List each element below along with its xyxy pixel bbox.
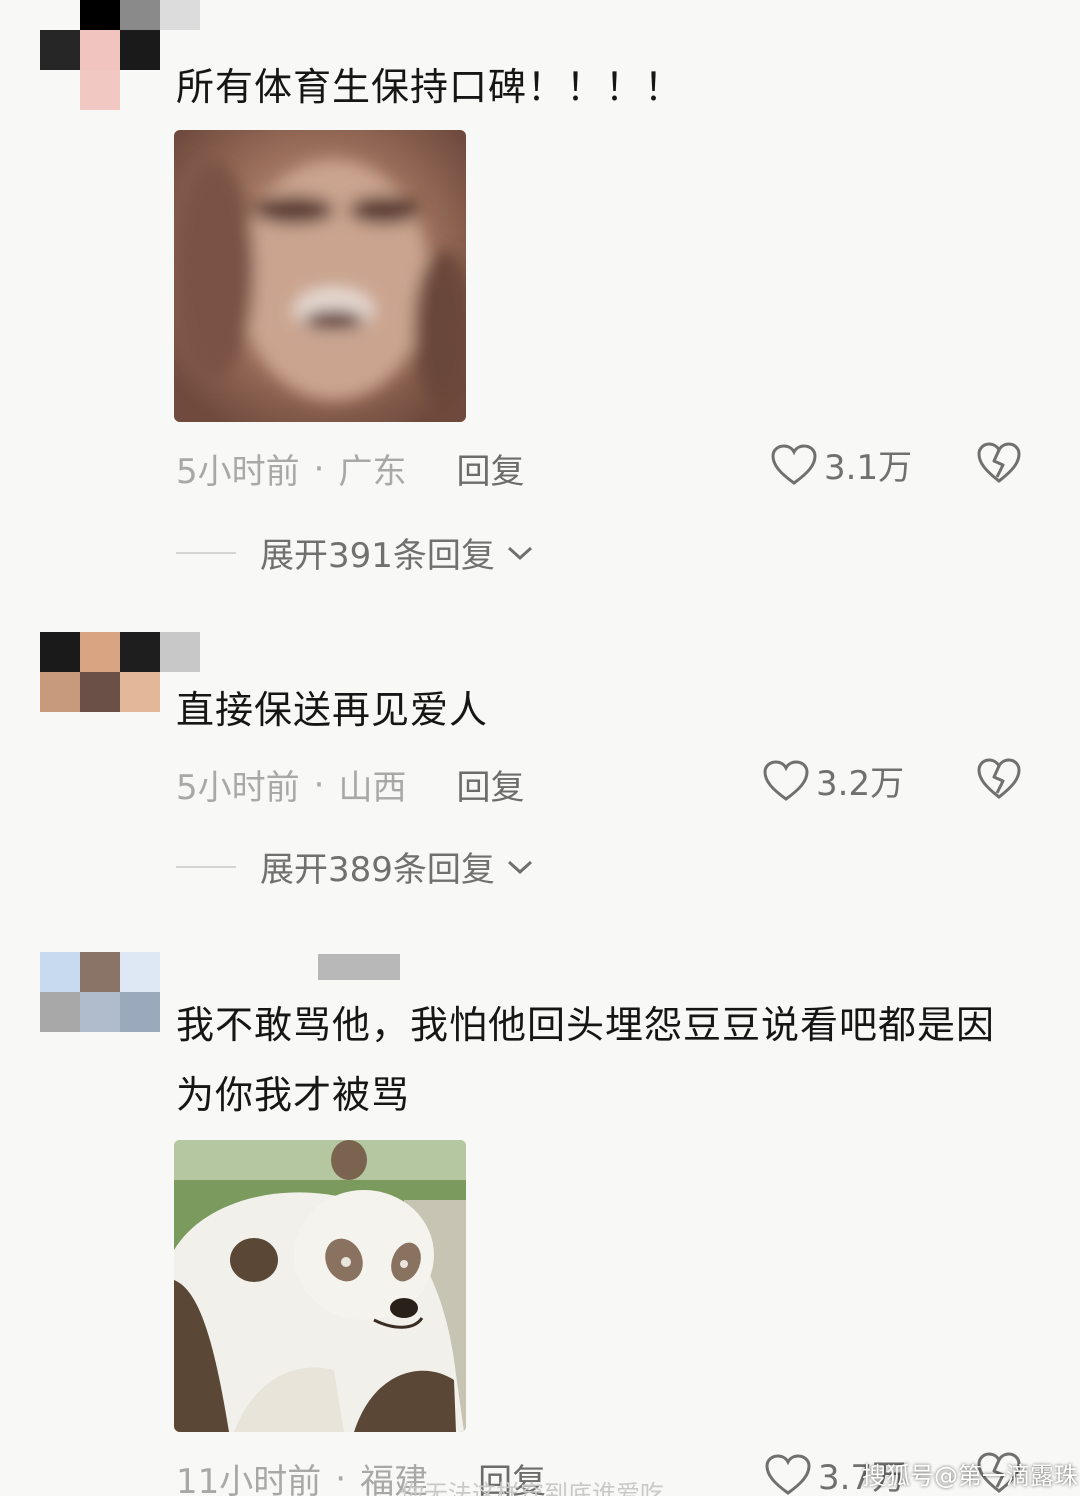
like-button[interactable]: 3.2万 xyxy=(762,756,904,805)
expand-replies-button[interactable]: 展开389条回复 xyxy=(176,842,535,891)
broken-heart-icon[interactable] xyxy=(976,757,1022,801)
username-redacted xyxy=(318,954,400,980)
faded-overlay-text: 你无法这样穿到底谁爱吃 xyxy=(400,1480,664,1496)
like-count: 3.2万 xyxy=(816,764,905,804)
comment-meta: 5小时前 · 广东 回复 xyxy=(176,444,524,493)
expand-replies-label: 展开389条回复 xyxy=(260,850,495,890)
heart-icon xyxy=(771,443,817,485)
reply-button[interactable]: 回复 xyxy=(456,444,524,493)
broken-heart-icon[interactable] xyxy=(976,441,1022,485)
meta-separator: · xyxy=(313,448,325,489)
comment-text: 直接保送再见爱人 xyxy=(176,688,489,732)
meta-separator: · xyxy=(313,764,325,805)
like-count: 3.1万 xyxy=(824,448,913,488)
panda-image[interactable] xyxy=(174,1140,466,1432)
heart-icon xyxy=(763,759,809,801)
comment-text: 我不敢骂他，我怕他回头埋怨豆豆说看吧都是因为你我才被骂 xyxy=(176,1003,996,1117)
chevron-down-icon xyxy=(507,546,532,560)
blurred-face-image[interactable] xyxy=(174,130,466,422)
chevron-down-icon xyxy=(507,860,532,874)
comment-meta: 5小时前 · 山西 回复 xyxy=(176,760,524,809)
comment-time: 5小时前 xyxy=(176,768,300,808)
divider-line xyxy=(176,865,236,868)
watermark: 搜狐号@第一滴露珠 xyxy=(862,1462,1078,1490)
reply-button[interactable]: 回复 xyxy=(456,760,524,809)
comment-time: 5小时前 xyxy=(176,452,300,492)
comment-text: 所有体育生保持口碑！！！！ xyxy=(176,65,684,109)
comment-list: 所有体育生保持口碑！！！！ 5小时前 · 广东 回复 3.1万 展开391条回复… xyxy=(0,0,1080,1496)
expand-replies-label: 展开391条回复 xyxy=(260,536,495,576)
comment-location: 山西 xyxy=(338,768,407,808)
expand-replies-button[interactable]: 展开391条回复 xyxy=(176,528,535,577)
divider-line xyxy=(176,551,236,554)
comment-time: 11小时前 xyxy=(176,1462,322,1496)
heart-icon xyxy=(765,1453,811,1495)
comment-location: 广东 xyxy=(338,452,407,492)
meta-separator: · xyxy=(335,1458,347,1496)
like-button[interactable]: 3.1万 xyxy=(770,440,912,489)
